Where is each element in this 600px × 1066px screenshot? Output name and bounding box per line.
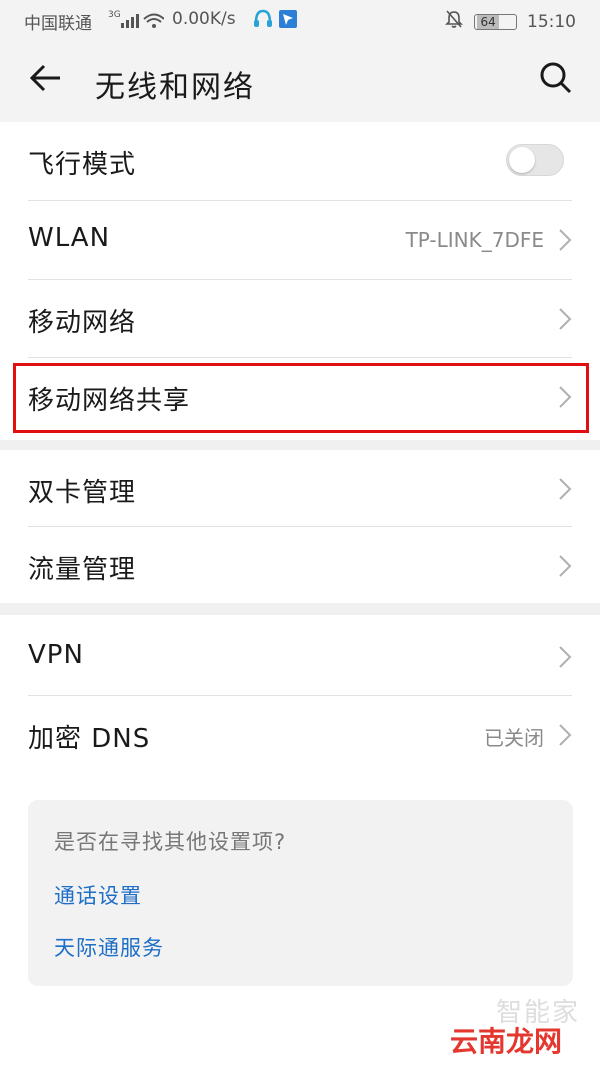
chevron-right-icon — [558, 307, 572, 335]
call-settings-link[interactable]: 通话设置 — [54, 880, 142, 910]
toggle-knob — [509, 147, 535, 173]
chevron-right-icon — [558, 723, 572, 751]
airplane-mode-label: 飞行模式 — [28, 150, 137, 180]
network-speed: 0.00K/s — [172, 9, 236, 29]
airplane-mode-toggle[interactable] — [506, 144, 564, 176]
section-gap — [0, 603, 600, 615]
skytone-service-link[interactable]: 天际通服务 — [54, 932, 164, 962]
wlan-connected-network: TP-LINK_7DFE — [405, 228, 544, 252]
private-dns-status: 已关闭 — [484, 726, 544, 750]
mute-bell-icon — [444, 9, 464, 34]
suggestions-question: 是否在寻找其他设置项? — [54, 830, 287, 854]
chevron-right-icon — [558, 477, 572, 505]
dual-sim-row[interactable]: 双卡管理 — [0, 450, 600, 526]
section-gap — [0, 440, 600, 450]
back-arrow-icon[interactable] — [28, 60, 64, 100]
wlan-label: WLAN — [28, 223, 111, 253]
data-usage-row[interactable]: 流量管理 — [0, 527, 600, 603]
wlan-row[interactable]: WLAN TP-LINK_7DFE — [0, 201, 600, 279]
status-right: 64 15:10 — [444, 9, 576, 34]
clock: 15:10 — [527, 11, 576, 32]
signal-icon: 3G — [108, 8, 165, 35]
private-dns-label: 加密 DNS — [28, 724, 151, 754]
page-title: 无线和网络 — [95, 70, 255, 105]
battery-icon: 64 — [474, 13, 517, 30]
chevron-right-icon — [558, 645, 572, 673]
data-usage-label: 流量管理 — [28, 555, 137, 585]
highlight-box — [13, 363, 589, 433]
mobile-network-label: 移动网络 — [28, 308, 137, 338]
private-dns-row[interactable]: 加密 DNS 已关闭 — [0, 696, 600, 772]
vpn-row[interactable]: VPN — [0, 615, 600, 695]
suggestions-card: 是否在寻找其他设置项? 通话设置 天际通服务 — [28, 800, 573, 986]
site-watermark: 云南龙网 — [449, 1025, 562, 1058]
search-icon[interactable] — [538, 60, 574, 100]
airplane-mode-row[interactable]: 飞行模式 — [0, 122, 600, 200]
status-bar: 中国联通 3G 0.00K/s 64 15:10 — [0, 0, 600, 40]
vpn-label: VPN — [28, 640, 84, 670]
svg-text:3G: 3G — [108, 10, 121, 20]
chevron-right-icon — [558, 554, 572, 582]
app-header: 无线和网络 — [0, 40, 600, 122]
chevron-right-icon — [558, 228, 572, 256]
mobile-network-row[interactable]: 移动网络 — [0, 280, 600, 357]
battery-level: 64 — [477, 14, 499, 29]
notification-app-icons — [252, 8, 300, 35]
dual-sim-label: 双卡管理 — [28, 478, 137, 508]
carrier-name: 中国联通 — [24, 14, 92, 34]
